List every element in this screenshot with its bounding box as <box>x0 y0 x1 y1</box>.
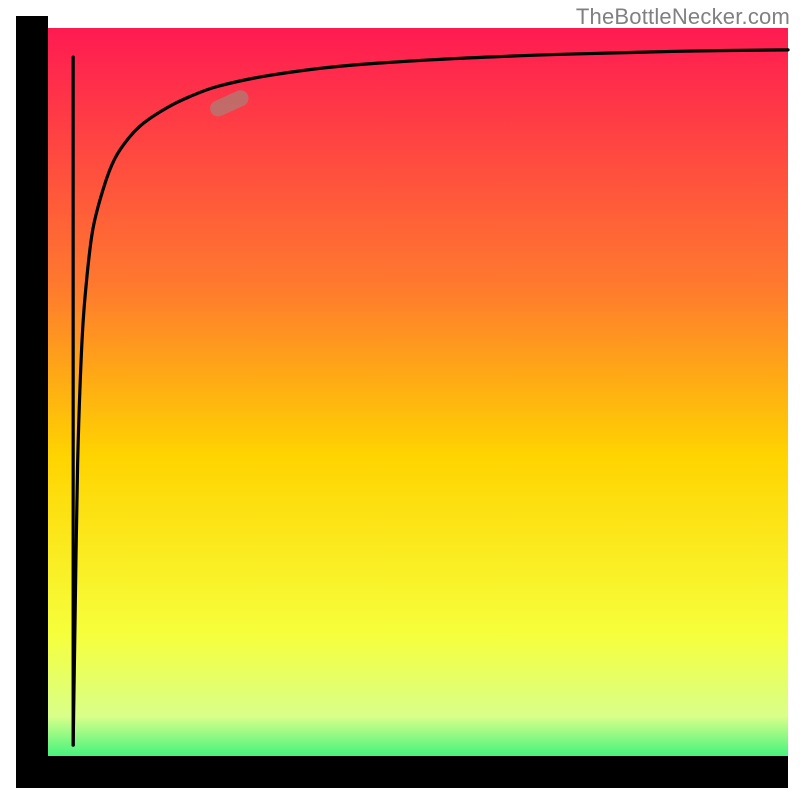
plot-background <box>48 28 788 768</box>
x-axis <box>16 756 788 788</box>
watermark-text: TheBottleNecker.com <box>576 4 790 30</box>
bottleneck-chart <box>0 0 800 800</box>
chart-stage: TheBottleNecker.com <box>0 0 800 800</box>
y-axis <box>16 16 48 788</box>
